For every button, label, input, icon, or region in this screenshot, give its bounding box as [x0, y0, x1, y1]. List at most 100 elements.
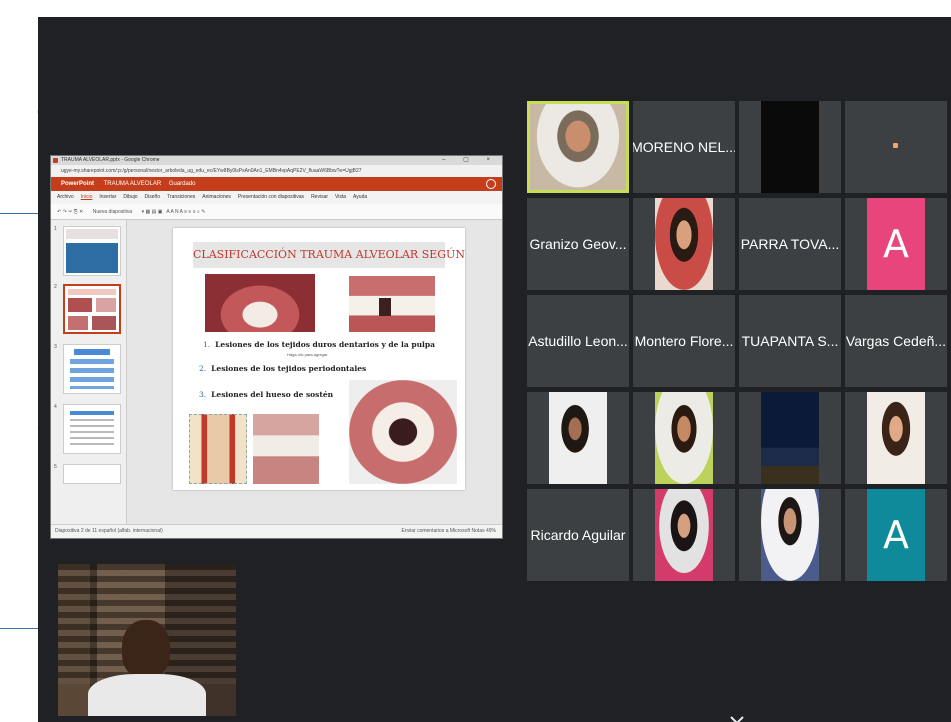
participant-tile[interactable] [527, 101, 629, 193]
slide-thumbnail[interactable] [63, 284, 121, 334]
address-bar[interactable]: ugye-my.sharepoint.com/:p:/g/personal/ne… [51, 165, 502, 177]
participant-tile[interactable]: Ricardo Aguilar [527, 489, 629, 581]
ribbon-tab[interactable]: Revisar [311, 194, 328, 200]
margin-line [0, 628, 38, 629]
participant-video [867, 392, 925, 484]
participant-name: Montero Flore... [634, 333, 734, 349]
dental-photo [253, 414, 319, 484]
participant-name: PARRA TOVA... [740, 236, 840, 252]
undo-icon[interactable]: ↶ ↷ ✂ ⎘ ✕ [57, 209, 83, 215]
ribbon-tab[interactable]: Transiciones [167, 194, 195, 200]
current-slide[interactable]: CLASIFICACCIÓN TRAUMA ALVEOLAR SEGÚN LA … [173, 228, 465, 490]
participant-video [549, 392, 607, 484]
participant-name: Vargas Cedeñ... [845, 333, 947, 349]
chevron-down-icon[interactable] [728, 712, 746, 722]
save-status: Guardado [168, 181, 196, 187]
document-margin: o a n [0, 0, 46, 722]
participant-name: Granizo Geov... [529, 236, 627, 252]
margin-line [0, 213, 38, 214]
participant-avatar: A [867, 198, 925, 290]
participant-video [655, 489, 713, 581]
participant-tile[interactable] [633, 392, 735, 484]
participant-tile[interactable] [845, 101, 947, 193]
browser-titlebar: TRAUMA ALVEOLAR.pptx - Google Chrome – ▢… [51, 156, 502, 165]
app-icon [53, 158, 58, 163]
participant-tile[interactable] [527, 392, 629, 484]
participant-tile[interactable] [739, 101, 841, 193]
thumb-number: 5 [54, 464, 57, 470]
powerpoint-header: PowerPoint TRAUMA ALVEOLAR Guardado [51, 177, 502, 191]
bullet-item: 2. Lesiones de los tejidos periodontales [199, 364, 367, 373]
participant-video [530, 104, 626, 190]
slide-thumbnails: 1 2 3 4 5 [51, 220, 127, 526]
participant-tile[interactable]: A [845, 198, 947, 290]
dental-illustration [189, 414, 247, 484]
window-controls[interactable]: – ▢ × [442, 156, 498, 165]
participant-video [761, 101, 819, 193]
participant-video [761, 489, 819, 581]
participant-tile[interactable] [633, 198, 735, 290]
ribbon-tab[interactable]: Presentación con diapositivas [238, 194, 304, 200]
thumb-number: 2 [54, 284, 57, 290]
participant-name: Astudillo Leon... [528, 333, 628, 349]
participant-tile[interactable] [739, 489, 841, 581]
person-head [122, 620, 170, 678]
participant-video [655, 392, 713, 484]
audio-indicator-icon [893, 143, 898, 148]
participant-tile[interactable] [633, 489, 735, 581]
shared-screen: TRAUMA ALVEOLAR.pptx - Google Chrome – ▢… [50, 155, 503, 539]
participant-tile[interactable]: Montero Flore... [633, 295, 735, 387]
person-body [88, 674, 206, 716]
account-icon[interactable] [486, 179, 496, 189]
participant-video [655, 198, 713, 290]
ribbon-tab[interactable]: Animaciones [202, 194, 231, 200]
browser-title: TRAUMA ALVEOLAR.pptx - Google Chrome [61, 157, 160, 163]
bullet-item: 3. Lesiones del hueso de sostén [199, 390, 334, 399]
participant-video [761, 392, 819, 484]
ribbon-toolbar: ↶ ↷ ✂ ⎘ ✕ Nueva diapositiva ▾ ▦ ▤ ▣ A A … [51, 204, 502, 220]
participant-name: TUAPANTA S... [741, 333, 839, 349]
ribbon-tab[interactable]: Vista [335, 194, 346, 200]
participant-tile[interactable]: Astudillo Leon... [527, 295, 629, 387]
file-name[interactable]: TRAUMA ALVEOLAR [104, 181, 162, 187]
participant-name: Ricardo Aguilar [530, 527, 626, 543]
participant-avatar: A [867, 489, 925, 581]
ribbon-tab[interactable]: Archivo [57, 194, 74, 200]
thumb-number: 4 [54, 404, 57, 410]
app-name: PowerPoint [61, 181, 95, 187]
ribbon-tabs: Archivo Inicio Insertar Dibujo Diseño Transic… [51, 191, 502, 204]
ribbon-tab[interactable]: Ayuda [353, 194, 367, 200]
participant-tile[interactable] [845, 392, 947, 484]
ribbon-tab[interactable]: Inicio [81, 194, 93, 200]
thumb-number: 3 [54, 344, 57, 350]
slide-thumbnail[interactable] [63, 404, 121, 454]
ribbon-tab[interactable]: Insertar [99, 194, 116, 200]
editor-area: 1 2 3 4 5 CLASIFICACCIÓN TRAUMA ALVEOLAR… [51, 220, 502, 526]
participant-tile[interactable]: PARRA TOVA... [739, 198, 841, 290]
participant-tile[interactable]: MORENO NEL... [633, 101, 735, 193]
participant-tile[interactable]: Granizo Geov... [527, 198, 629, 290]
dental-photo [349, 380, 457, 484]
format-icons[interactable]: ▾ ▦ ▤ ▣ A A N A ≡ ≡ ≡ ⌕ ✎ [142, 209, 206, 215]
status-right[interactable]: Enviar comentarios a Microsoft Notas 49% [402, 525, 496, 538]
slide-title: CLASIFICACCIÓN TRAUMA ALVEOLAR SEGÚN LA … [193, 242, 465, 268]
dental-photo [205, 274, 315, 332]
ribbon-tab[interactable]: Diseño [145, 194, 161, 200]
participant-tile[interactable]: Vargas Cedeñ... [845, 295, 947, 387]
thumb-number: 1 [54, 226, 57, 232]
slide-thumbnail[interactable] [63, 344, 121, 394]
bullet-item: 1. Lesiones de los tejidos duros dentario… [203, 340, 436, 349]
slide-counter: Diapositiva 2 de 11 español (alfab. inte… [55, 528, 163, 534]
participant-tile[interactable]: TUAPANTA S... [739, 295, 841, 387]
ribbon-tab[interactable]: Dibujo [123, 194, 137, 200]
new-slide-button[interactable]: Nueva diapositiva [93, 209, 132, 215]
slide-thumbnail[interactable] [63, 464, 121, 484]
participant-name: MORENO NEL... [633, 139, 735, 155]
presenter-video[interactable] [58, 564, 236, 716]
placeholder-hint: Haga clic para agregar [287, 352, 328, 357]
dental-photo [349, 276, 435, 332]
participant-tile[interactable] [739, 392, 841, 484]
status-bar: Diapositiva 2 de 11 español (alfab. inte… [51, 524, 502, 538]
participant-tile[interactable]: A [845, 489, 947, 581]
slide-thumbnail[interactable] [63, 226, 121, 276]
